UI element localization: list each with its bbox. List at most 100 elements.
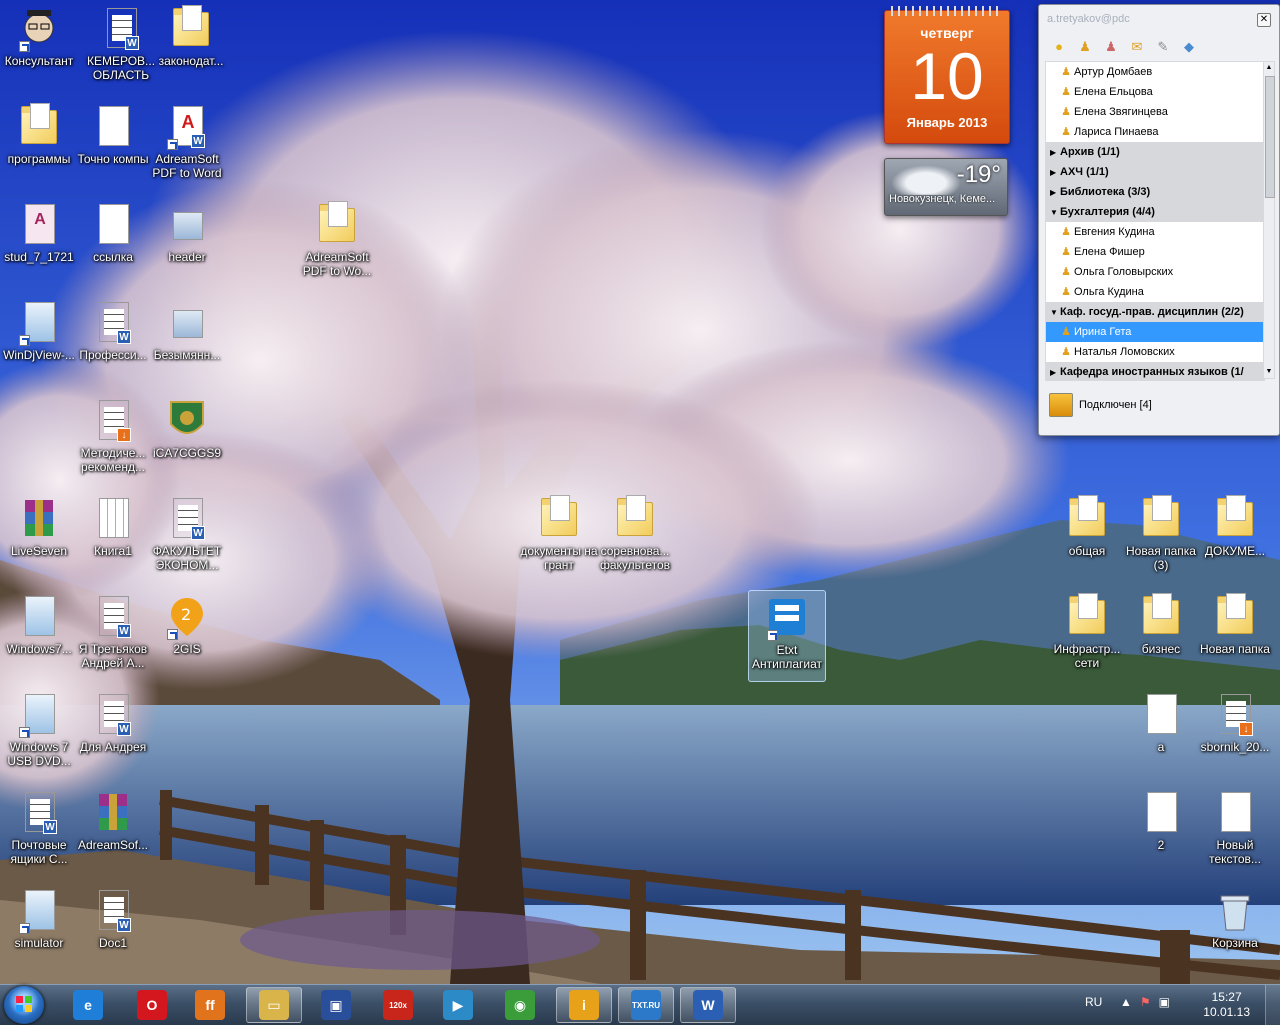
desktop-icon[interactable]: бизнес <box>1122 590 1200 682</box>
desktop-icon[interactable]: соревнова... факультетов <box>596 492 674 584</box>
contact-item[interactable]: ♟ Ирина Гета <box>1046 322 1264 342</box>
contact-group[interactable]: ▶ АХЧ (1/1) <box>1046 162 1264 182</box>
desktop-icon[interactable]: ссылка <box>74 198 152 290</box>
contact-group[interactable]: ▼ Бухгалтерия (4/4) <box>1046 202 1264 222</box>
taskbar-button-ie[interactable]: e <box>60 987 116 1023</box>
network-icon[interactable]: ▣ <box>1159 995 1170 1009</box>
contact-list[interactable]: ♟ Артур Домбаев ♟ Елена Ельцова ♟ Елена Звяги… <box>1045 61 1265 381</box>
desktop-icon[interactable]: Новая папка (3) <box>1122 492 1200 584</box>
show-hidden-icons-icon[interactable]: ▲ <box>1120 995 1132 1009</box>
tag-icon[interactable]: ◆ <box>1181 39 1197 55</box>
scroll-down-icon[interactable]: ▼ <box>1265 367 1273 377</box>
taskbar-button-chrome[interactable]: ◉ <box>492 987 548 1023</box>
desktop-icon[interactable]: законодат... <box>152 2 230 94</box>
firefox-icon: ff <box>195 990 225 1020</box>
contact-status-icon: ♟ <box>1061 246 1071 258</box>
contact-group-label: Библиотека (3/3) <box>1060 186 1151 198</box>
contact-group[interactable]: ▶ Архив (1/1) <box>1046 142 1264 162</box>
lamp-icon[interactable]: ● <box>1051 39 1067 55</box>
im-status[interactable]: Подключен [4] <box>1049 393 1152 417</box>
consultant-icon <box>19 6 59 52</box>
taskbar-button-save[interactable]: ▣ <box>308 987 364 1023</box>
desktop-icon[interactable]: W Doc1 <box>74 884 152 976</box>
desktop-icon[interactable]: Точно компы <box>74 100 152 192</box>
desktop-icon[interactable]: W Професси... <box>74 296 152 388</box>
contact-group[interactable]: ▶ Кафедра иностранных языков (1/ <box>1046 362 1264 380</box>
language-indicator[interactable]: RU <box>1085 995 1102 1009</box>
desktop-icon[interactable]: Etxt Антиплагиат <box>748 590 826 682</box>
desktop-icon[interactable]: ДОКУМЕ... <box>1196 492 1274 584</box>
close-button[interactable]: ✕ <box>1257 13 1271 27</box>
user-icon[interactable]: ♟ <box>1077 39 1093 55</box>
desktop-icon[interactable]: Astud_7_1721 <box>0 198 78 290</box>
desktop-icon[interactable]: W ФАКУЛЬТЕТ ЭКОНОМ... <box>148 492 226 584</box>
mail-icon[interactable]: ✉ <box>1129 39 1145 55</box>
contact-item[interactable]: ♟ Наталья Ломовских <box>1046 342 1264 362</box>
desktop-icon[interactable]: Консультант <box>0 2 78 94</box>
scroll-thumb[interactable] <box>1265 76 1275 198</box>
desktop-icon[interactable]: Windows7... <box>0 590 78 682</box>
taskbar-button-opera[interactable]: O <box>124 987 180 1023</box>
contact-name: Елена Ельцова <box>1074 86 1153 98</box>
desktop-icon[interactable]: Инфрастр... сети <box>1048 590 1126 682</box>
contact-group[interactable]: ▼ Каф. госуд.-прав. дисциплин (2/2) <box>1046 302 1264 322</box>
contact-item[interactable]: ♟ Елена Звягинцева <box>1046 102 1264 122</box>
pin-icon[interactable]: ✎ <box>1155 39 1171 55</box>
desktop-icon[interactable]: 2 <box>1122 786 1200 878</box>
taskbar-button-im[interactable]: i <box>556 987 612 1023</box>
scroll-up-icon[interactable]: ▲ <box>1265 63 1273 73</box>
desktop-icon[interactable]: W Почтовые ящики С... <box>0 786 78 878</box>
weather-gadget[interactable]: -19° Новокузнецк, Кеме... <box>884 158 1008 216</box>
contact-item[interactable]: ♟ Ольга Головырских <box>1046 262 1264 282</box>
clock[interactable]: 15:27 10.01.13 <box>1203 990 1250 1020</box>
desktop-icon[interactable]: программы <box>0 100 78 192</box>
desktop-icon-label: AdreamSoft PDF to Word <box>152 152 222 180</box>
desktop-icon[interactable]: W Для Андрея <box>74 688 152 780</box>
contact-list-scrollbar[interactable]: ▲ ▼ <box>1263 61 1275 379</box>
chevron-down-icon: ▼ <box>1050 208 1058 217</box>
desktop-icon[interactable]: Книга1 <box>74 492 152 584</box>
desktop-icon[interactable]: AdreamSoft PDF to Wo... <box>298 198 376 290</box>
desktop-icon[interactable]: Windows 7 USB DVD... <box>0 688 78 780</box>
taskbar-button-word[interactable]: W <box>680 987 736 1023</box>
contact-item[interactable]: ♟ Елена Ельцова <box>1046 82 1264 102</box>
desktop-icon[interactable]: Новая папка <box>1196 590 1274 682</box>
action-center-icon[interactable]: ⚑ <box>1140 995 1151 1009</box>
contact-group[interactable]: ▶ Библиотека (3/3) <box>1046 182 1264 202</box>
desktop-icon[interactable]: WinDjView-... <box>0 296 78 388</box>
desktop-icon[interactable]: 2 2GIS <box>148 590 226 682</box>
desktop-icon[interactable]: W КЕМЕРОВ... ОБЛАСТЬ <box>82 2 160 94</box>
contact-item[interactable]: ♟ Лариса Пинаева <box>1046 122 1264 142</box>
desktop-icon-label: header <box>168 250 206 264</box>
im-contact-window[interactable]: a.tretyakov@pdc ✕ ● ♟ ♟ ✉ ✎ ◆ ♟ Артур Дом… <box>1038 4 1280 436</box>
desktop-icon[interactable]: ↓ Методиче... рекоменд... <box>74 394 152 486</box>
start-button[interactable] <box>4 986 44 1024</box>
contact-item[interactable]: ♟ Артур Домбаев <box>1046 62 1264 82</box>
contact-item[interactable]: ♟ Ольга Кудина <box>1046 282 1264 302</box>
desktop-icon[interactable]: header <box>148 198 226 290</box>
users-icon[interactable]: ♟ <box>1103 39 1119 55</box>
taskbar-button-etxt[interactable]: TXT.RU <box>618 987 674 1023</box>
desktop-icon[interactable]: Корзина <box>1196 884 1274 976</box>
contact-item[interactable]: ♟ Елена Фишер <box>1046 242 1264 262</box>
taskbar-button-firefox[interactable]: ff <box>182 987 238 1023</box>
desktop-icon[interactable]: a <box>1122 688 1200 780</box>
calendar-gadget[interactable]: четверг 10 Январь 2013 <box>884 6 1010 144</box>
show-desktop-button[interactable] <box>1265 985 1280 1025</box>
desktop-icon[interactable]: документы на грант <box>520 492 598 584</box>
desktop-icon[interactable]: simulator <box>0 884 78 976</box>
desktop-icon[interactable]: LiveSeven <box>0 492 78 584</box>
taskbar-button-explorer[interactable]: ▭ <box>246 987 302 1023</box>
desktop-icon[interactable]: общая <box>1048 492 1126 584</box>
taskbar-button-media[interactable]: ▶ <box>430 987 486 1023</box>
desktop-icon[interactable]: AdreamSof... <box>74 786 152 878</box>
desktop-icon[interactable]: ↓ sbornik_20... <box>1196 688 1274 780</box>
taskbar-button-120x[interactable]: 120x <box>370 987 426 1023</box>
desktop-icon[interactable]: iCA7CGGS9 <box>148 394 226 486</box>
desktop-icon[interactable]: Безымянн... <box>148 296 226 388</box>
desktop-icon[interactable]: Новый текстов... <box>1196 786 1274 878</box>
desktop-icon[interactable]: A W AdreamSoft PDF to Word <box>148 100 226 192</box>
desktop-icon[interactable]: W Я Третьяков Андрей А... <box>74 590 152 682</box>
contact-item[interactable]: ♟ Евгения Кудина <box>1046 222 1264 242</box>
djvu-doc-icon: ↓ <box>1215 692 1255 738</box>
